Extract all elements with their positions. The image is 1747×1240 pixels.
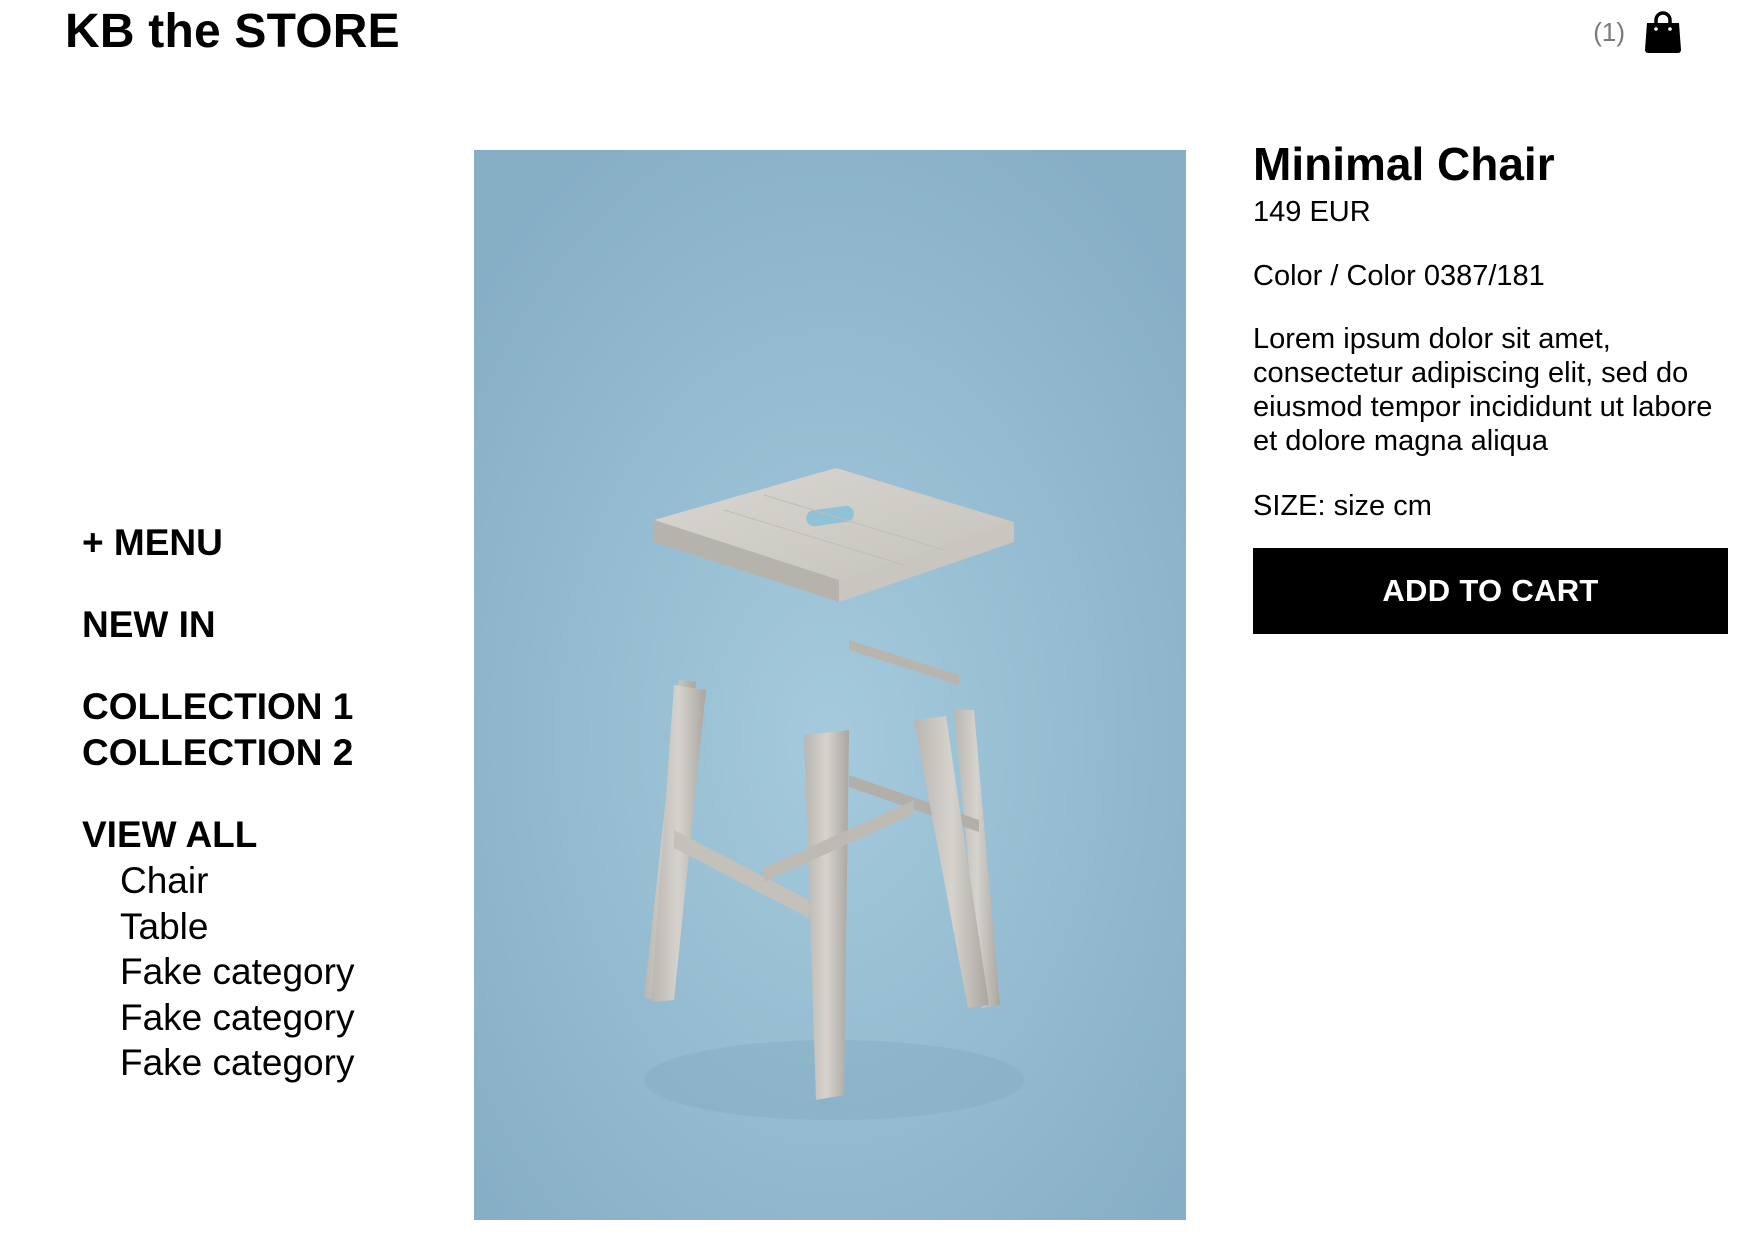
- shopping-bag-icon: [1645, 11, 1681, 53]
- category-fake-2[interactable]: Fake category: [82, 995, 422, 1041]
- nav-new-in[interactable]: NEW IN: [82, 602, 422, 648]
- side-nav: + MENU NEW IN COLLECTION 1 COLLECTION 2 …: [82, 520, 422, 1086]
- category-chair[interactable]: Chair: [82, 858, 422, 904]
- product-image: [474, 150, 1186, 1220]
- nav-collection-2[interactable]: COLLECTION 2: [82, 730, 422, 776]
- product-title: Minimal Chair: [1253, 138, 1555, 190]
- category-list: Chair Table Fake category Fake category …: [82, 858, 422, 1086]
- nav-collection-1[interactable]: COLLECTION 1: [82, 684, 422, 730]
- category-table[interactable]: Table: [82, 904, 422, 950]
- store-logo[interactable]: KB the STORE: [65, 4, 400, 59]
- product-details: Minimal Chair 149 EUR Color / Color 0387…: [1253, 136, 1733, 634]
- add-to-cart-button[interactable]: ADD TO CART: [1253, 548, 1728, 634]
- category-fake-3[interactable]: Fake category: [82, 1040, 422, 1086]
- cart-count: (1): [1593, 16, 1625, 47]
- product-price: 149 EUR: [1253, 196, 1371, 228]
- cart-button[interactable]: (1): [1593, 10, 1683, 54]
- nav-menu-toggle[interactable]: + MENU: [82, 520, 422, 566]
- stool-illustration: [474, 150, 1186, 1220]
- product-description: Lorem ipsum dolor sit amet, consectetur …: [1253, 323, 1713, 457]
- nav-view-all[interactable]: VIEW ALL: [82, 812, 422, 858]
- category-fake-1[interactable]: Fake category: [82, 949, 422, 995]
- product-color: Color / Color 0387/181: [1253, 260, 1545, 292]
- product-size: SIZE: size cm: [1253, 490, 1432, 522]
